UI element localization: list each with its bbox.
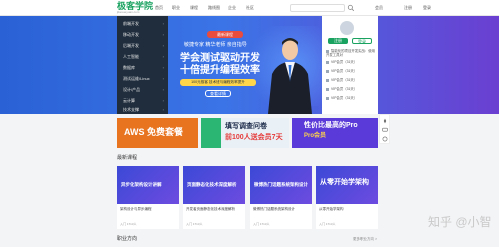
- chevron-right-icon: ›: [162, 76, 164, 81]
- promo-subtitle: 前100人送会员7天: [225, 134, 283, 141]
- feedback-icon[interactable]: [382, 136, 388, 142]
- course-card[interactable]: 异步化架构设计讲解 架构设计与异步编程 入门 1713人: [117, 166, 179, 229]
- course-card[interactable]: 微博热门话题系统架构设计 微博热门话题系统架构设计 入门 1713人: [250, 166, 312, 229]
- chevron-right-icon: ›: [162, 43, 164, 48]
- panel-list-item[interactable]: VIP会员（31天）: [326, 60, 376, 64]
- chevron-right-icon: ›: [162, 32, 164, 37]
- search-input[interactable]: [290, 4, 345, 12]
- chat-icon[interactable]: [382, 127, 388, 133]
- section-title-courses: 最新课程: [117, 155, 138, 161]
- promo-aws[interactable]: AWS 免费套餐: [117, 118, 198, 148]
- panel-list-item[interactable]: VIP会员（31天）: [326, 87, 376, 91]
- course-title: 开发者页面静态化技术深度解析: [186, 207, 235, 211]
- hero-title: 学会测试驱动开发: [180, 53, 260, 64]
- nav-courses[interactable]: 课程: [190, 5, 198, 10]
- bullet-icon: [326, 78, 329, 82]
- site-logo-subtitle: jikexueyuan.com: [117, 10, 140, 14]
- course-title: 架构设计与异步编程: [120, 207, 152, 211]
- panel-list-item[interactable]: 智能化的项目开发实战：使用开发工具对: [326, 49, 376, 57]
- bullet-icon: [326, 96, 329, 100]
- promo-title: 性价比最高的Pro: [304, 122, 358, 129]
- course-card[interactable]: 从零开始学架构 从零开始学架构 入门 1713人: [316, 166, 378, 229]
- category-item[interactable]: 移动开发 ›: [117, 29, 168, 40]
- more-paths-link[interactable]: 更多职业方向 >: [353, 237, 377, 241]
- category-item[interactable]: 测试运维/Linux ›: [117, 73, 168, 84]
- login-button[interactable]: 登录: [352, 38, 372, 44]
- category-label: 云计算: [123, 98, 135, 103]
- register-button[interactable]: 注册: [328, 38, 348, 44]
- top-navbar: 极客学院 jikexueyuan.com 首页 职业 课程 路线图 企业 社区 …: [0, 0, 499, 16]
- panel-list-item[interactable]: VIP会员（31天）: [326, 78, 376, 82]
- promo-pro[interactable]: 性价比最高的Pro Pro会员: [292, 118, 378, 148]
- course-thumbnail-text: 从零开始学架构: [320, 179, 369, 186]
- nav-career[interactable]: 职业: [172, 5, 180, 10]
- login-link[interactable]: 登录: [423, 5, 431, 10]
- category-item[interactable]: 技术支撑 ›: [117, 104, 168, 115]
- category-label: 技术支撑: [123, 107, 139, 112]
- course-thumbnail: 页面静态化技术深度解析: [183, 166, 245, 204]
- category-label: 移动开发: [123, 32, 139, 37]
- category-label: 设计/产品: [123, 87, 141, 92]
- hero-promo-pill: 100元极客 技术班与编程效率提升: [180, 79, 256, 86]
- category-label: 人工智能: [123, 54, 139, 59]
- promo-title: AWS 免费套餐: [124, 127, 184, 137]
- promo-subtitle: Pro会员: [304, 133, 327, 139]
- bullet-icon: [326, 87, 329, 91]
- course-thumbnail: 异步化架构设计讲解: [117, 166, 179, 204]
- category-item[interactable]: 数据库 ›: [117, 62, 168, 73]
- panel-list-item[interactable]: VIP会员（31天）: [326, 96, 376, 100]
- category-label: 前端开发: [123, 21, 139, 26]
- course-card[interactable]: 页面静态化技术深度解析 开发者页面静态化技术深度解析 入门 1713人: [183, 166, 245, 229]
- nav-home[interactable]: 首页: [155, 5, 163, 10]
- promo-survey[interactable]: 填写调查问卷 前100人送会员7天: [201, 118, 289, 148]
- nav-community[interactable]: 社区: [246, 5, 254, 10]
- nav-roadmap[interactable]: 路线图: [208, 5, 220, 10]
- chevron-right-icon: ›: [162, 21, 164, 26]
- course-title: 微博热门话题系统架构设计: [253, 207, 295, 211]
- course-meta: 入门 1713人: [253, 222, 270, 226]
- bullet-icon: [326, 60, 329, 64]
- category-item[interactable]: 设计/产品 ›: [117, 84, 168, 95]
- course-thumbnail-text: 异步化架构设计讲解: [121, 182, 162, 187]
- course-title: 从零开始学架构: [319, 207, 344, 211]
- course-thumbnail: 微博热门话题系统架构设计: [250, 166, 312, 204]
- course-meta: 入门 1713人: [120, 222, 137, 226]
- floating-sidebar: [379, 114, 390, 144]
- user-panel: 注册 登录 智能化的项目开发实战：使用开发工具对 VIP会员（31天） VIP会…: [322, 16, 378, 114]
- course-thumbnail: 从零开始学架构: [316, 166, 378, 204]
- chevron-right-icon: ›: [162, 54, 164, 59]
- section-title-paths: 职业方向: [117, 236, 138, 242]
- hero-tagline: 敏捷专家 精华老师 亲自指导: [184, 42, 247, 48]
- course-thumbnail-text: 页面静态化技术深度解析: [187, 182, 237, 187]
- avatar: [340, 21, 354, 35]
- chevron-right-icon: ›: [162, 87, 164, 92]
- category-label: 数据库: [123, 65, 135, 70]
- promo-title: 填写调查问卷: [225, 123, 267, 130]
- chevron-right-icon: ›: [162, 107, 164, 112]
- nav-enterprise[interactable]: 企业: [228, 5, 236, 10]
- category-item[interactable]: 前端开发 ›: [117, 18, 168, 29]
- bullet-icon: [326, 69, 329, 73]
- watermark-text: 知乎 @小智: [428, 215, 492, 229]
- promo-accent: [201, 118, 221, 148]
- register-link[interactable]: 注册: [404, 5, 412, 10]
- vip-link[interactable]: 会员: [375, 5, 383, 10]
- chevron-right-icon: ›: [162, 65, 164, 70]
- category-item[interactable]: 人工智能 ›: [117, 51, 168, 62]
- hero-title-2: 十倍提升编程效率: [180, 65, 260, 76]
- search-icon[interactable]: [347, 4, 355, 12]
- category-label: 测试运维/Linux: [123, 76, 150, 81]
- hero-detail-button[interactable]: 查看详情: [205, 90, 231, 97]
- category-label: 后端开发: [123, 43, 139, 48]
- course-meta: 入门 1713人: [186, 222, 203, 226]
- presenter-image: [268, 38, 312, 114]
- rocket-icon[interactable]: [382, 118, 388, 124]
- course-meta: 入门 1713人: [319, 222, 336, 226]
- hero-badge: 最新课程: [207, 31, 243, 38]
- category-menu: 前端开发 › 移动开发 › 后端开发 › 人工智能 › 数据库 › 测试运维/Linux ›…: [117, 16, 168, 114]
- course-thumbnail-text: 微博热门话题系统架构设计: [254, 182, 308, 187]
- category-item[interactable]: 后端开发 ›: [117, 40, 168, 51]
- panel-list-item[interactable]: VIP会员（31天）: [326, 69, 376, 73]
